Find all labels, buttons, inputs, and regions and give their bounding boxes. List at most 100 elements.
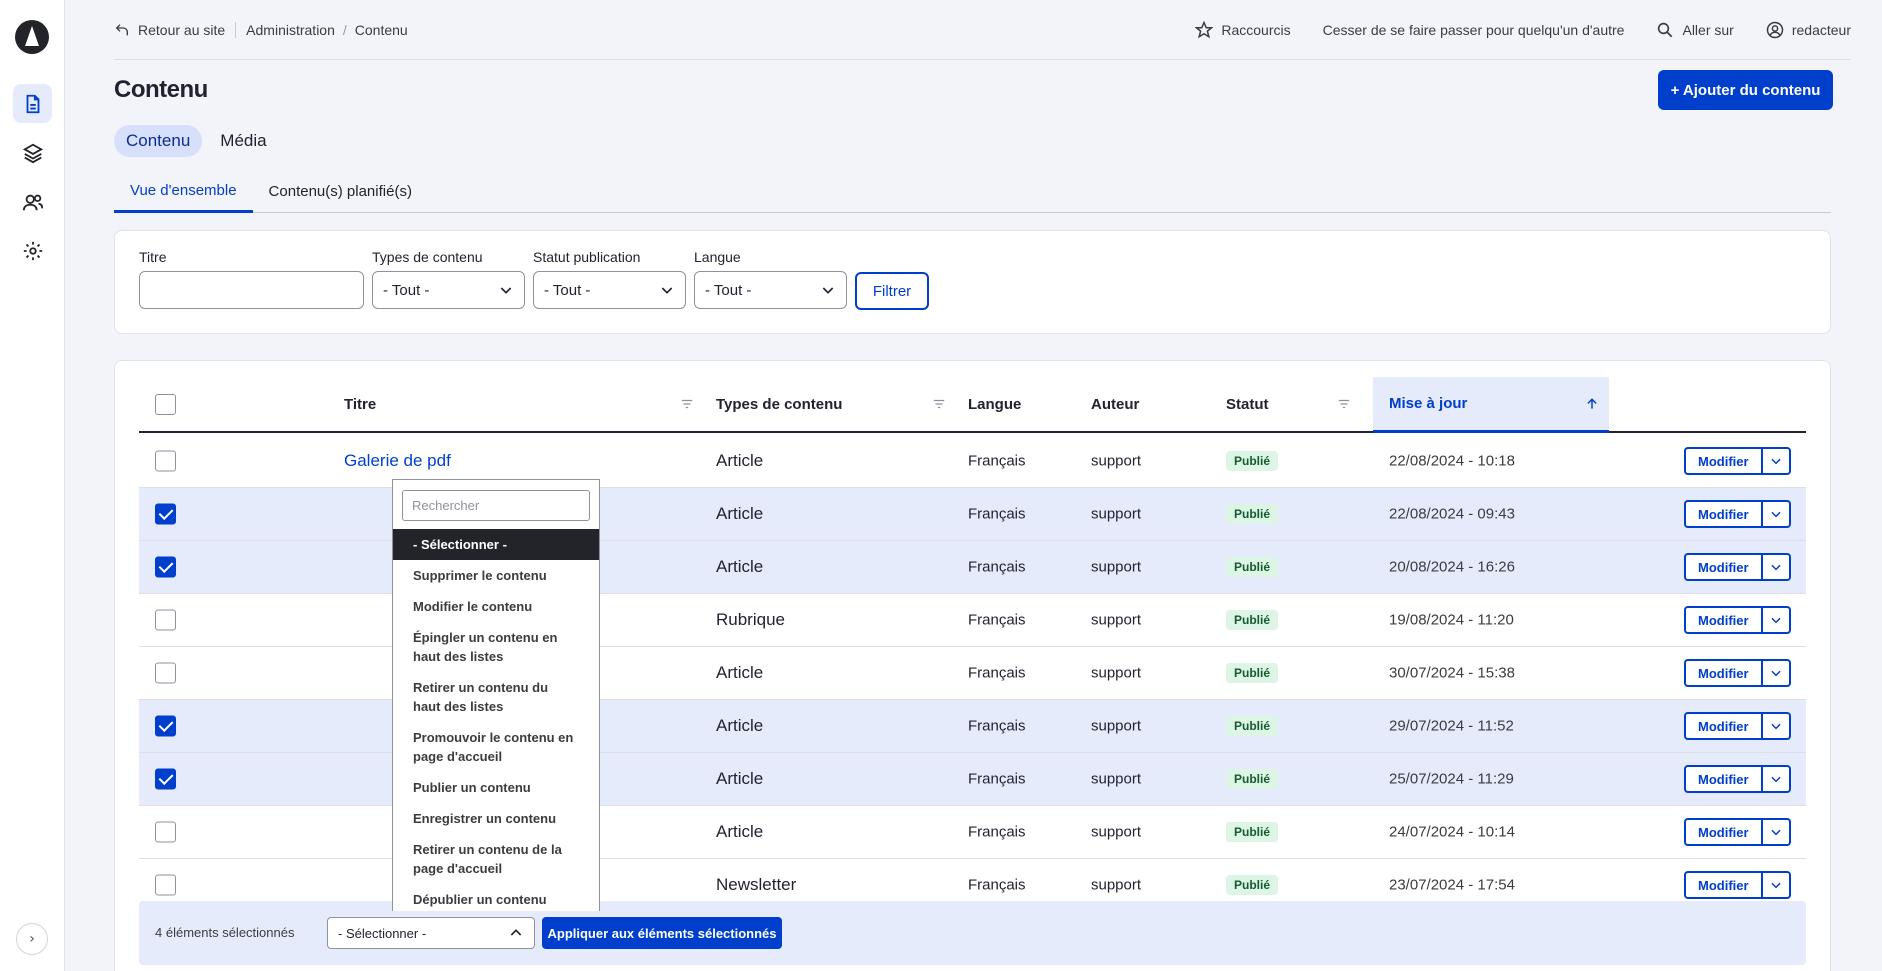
edit-dropdown-toggle[interactable] — [1762, 765, 1791, 793]
chevron-down-icon — [1770, 829, 1781, 836]
sidebar-item-people[interactable] — [13, 182, 52, 221]
row-type: Article — [716, 451, 764, 470]
header-author-label: Auteur — [1091, 395, 1140, 413]
dropdown-option[interactable]: Retirer un contenu de la page d'accueil — [393, 834, 599, 884]
dropdown-option[interactable]: Épingler un contenu en haut des listes — [393, 622, 599, 672]
edit-button[interactable]: Modifier — [1684, 606, 1763, 634]
edit-button[interactable]: Modifier — [1684, 553, 1763, 581]
row-checkbox[interactable] — [155, 556, 176, 578]
header-updated[interactable]: Mise à jour — [1373, 377, 1609, 433]
status-badge: Publié — [1226, 769, 1279, 789]
dropdown-option[interactable]: Enregistrer un contenu — [393, 803, 599, 834]
breadcrumb-administration[interactable]: Administration — [246, 22, 335, 38]
row-select-cell — [155, 503, 176, 525]
row-checkbox[interactable] — [155, 821, 176, 843]
header-status[interactable]: Statut — [1226, 377, 1361, 431]
header-type[interactable]: Types de contenu — [716, 377, 956, 431]
status-badge: Publié — [1226, 875, 1279, 895]
dropdown-option[interactable]: Publier un contenu — [393, 772, 599, 803]
dropdown-option[interactable]: - Sélectionner - — [393, 529, 599, 560]
sidebar-item-content[interactable] — [13, 84, 52, 123]
row-updated: 29/07/2024 - 11:52 — [1389, 717, 1514, 735]
row-checkbox[interactable] — [155, 662, 176, 684]
select-all-checkbox[interactable] — [155, 393, 176, 415]
edit-button[interactable]: Modifier — [1684, 765, 1763, 793]
edit-dropdown-toggle[interactable] — [1762, 659, 1791, 687]
edit-button[interactable]: Modifier — [1684, 818, 1763, 846]
edit-button[interactable]: Modifier — [1684, 447, 1763, 475]
goto-link[interactable]: Aller sur — [1656, 21, 1734, 39]
users-icon — [22, 194, 43, 210]
row-author: support — [1091, 717, 1142, 735]
row-checkbox[interactable] — [155, 503, 176, 525]
edit-dropdown-toggle[interactable] — [1762, 447, 1791, 475]
logo-icon[interactable] — [15, 20, 49, 54]
filter-type-select[interactable]: - Tout - — [372, 271, 525, 309]
tab-content[interactable]: Contenu — [114, 125, 203, 157]
shortcuts-link[interactable]: Raccourcis — [1195, 20, 1291, 39]
header-title[interactable]: Titre — [344, 377, 704, 431]
sort-icon — [681, 399, 693, 409]
row-select-cell — [155, 609, 176, 631]
edit-button[interactable]: Modifier — [1684, 871, 1763, 899]
tab-overview[interactable]: Vue d'ensemble — [114, 170, 253, 213]
filter-submit-button[interactable]: Filtrer — [855, 272, 929, 310]
bulk-apply-button[interactable]: Appliquer aux éléments sélectionnés — [542, 917, 782, 949]
row-checkbox[interactable] — [155, 450, 176, 472]
row-actions: Modifier — [1684, 871, 1791, 899]
dropdown-search-input[interactable]: Rechercher — [402, 490, 590, 521]
chevron-right-icon: › — [29, 931, 35, 947]
edit-button[interactable]: Modifier — [1684, 659, 1763, 687]
edit-button[interactable]: Modifier — [1684, 712, 1763, 740]
secondary-tabs: Vue d'ensemble Contenu(s) planifié(s) — [114, 170, 1831, 213]
row-updated: 30/07/2024 - 15:38 — [1389, 664, 1515, 682]
edit-dropdown-toggle[interactable] — [1762, 500, 1791, 528]
content-table-card: Titre Types de contenu Langue Auteur Sta… — [114, 360, 1831, 971]
dropdown-option[interactable]: Dépublier un contenu — [393, 884, 599, 911]
edit-dropdown-toggle[interactable] — [1762, 606, 1791, 634]
star-icon — [1195, 20, 1214, 38]
filter-status-select[interactable]: - Tout - — [533, 271, 686, 309]
dropdown-option[interactable]: Supprimer le contenu — [393, 560, 599, 591]
sort-icon — [933, 399, 945, 409]
filter-title-input[interactable] — [139, 271, 364, 309]
chevron-down-icon — [500, 287, 512, 294]
row-select-cell — [155, 821, 176, 843]
stop-impersonate-link[interactable]: Cesser de se faire passer pour quelqu'un… — [1323, 22, 1625, 38]
row-updated: 22/08/2024 - 10:18 — [1389, 452, 1515, 470]
edit-button[interactable]: Modifier — [1684, 500, 1763, 528]
sidebar: › — [0, 0, 65, 971]
header-lang: Langue — [968, 377, 1021, 431]
bulk-action-select[interactable]: - Sélectionner - — [327, 917, 535, 949]
edit-dropdown-toggle[interactable] — [1762, 871, 1791, 899]
tab-media[interactable]: Média — [208, 125, 278, 157]
edit-dropdown-toggle[interactable] — [1762, 712, 1791, 740]
back-label: Retour au site — [138, 21, 226, 38]
back-to-site-link[interactable]: Retour au site — [114, 21, 237, 38]
dropdown-option[interactable]: Promouvoir le contenu en page d'accueil — [393, 722, 599, 772]
bulk-action-value: - Sélectionner - — [338, 925, 427, 941]
edit-dropdown-toggle[interactable] — [1762, 818, 1791, 846]
dropdown-option[interactable]: Modifier le contenu — [393, 591, 599, 622]
row-type: Article — [716, 663, 764, 682]
row-checkbox[interactable] — [155, 609, 176, 631]
sort-icon — [1338, 399, 1350, 409]
bulk-actions-bar: 4 éléments sélectionnés - Sélectionner -… — [139, 901, 1806, 965]
row-checkbox[interactable] — [155, 768, 176, 790]
row-checkbox[interactable] — [155, 715, 176, 737]
edit-dropdown-toggle[interactable] — [1762, 553, 1791, 581]
sidebar-item-structure[interactable] — [13, 133, 52, 172]
chevron-down-icon — [1770, 882, 1781, 889]
user-menu[interactable]: redacteur — [1766, 21, 1851, 39]
dropdown-option[interactable]: Retirer un contenu du haut des listes — [393, 672, 599, 722]
sidebar-expand-button[interactable]: › — [16, 923, 48, 955]
page-title: Contenu — [114, 76, 208, 103]
filter-lang-select[interactable]: - Tout - — [694, 271, 847, 309]
row-checkbox[interactable] — [155, 874, 176, 896]
breadcrumb-content[interactable]: Contenu — [355, 22, 408, 38]
row-title-link[interactable]: Galerie de pdf — [344, 451, 451, 471]
sidebar-item-settings[interactable] — [13, 231, 52, 270]
add-content-button[interactable]: + Ajouter du contenu — [1658, 70, 1833, 110]
filter-status-group: Statut publication - Tout - — [533, 249, 686, 309]
tab-scheduled[interactable]: Contenu(s) planifié(s) — [253, 170, 428, 213]
